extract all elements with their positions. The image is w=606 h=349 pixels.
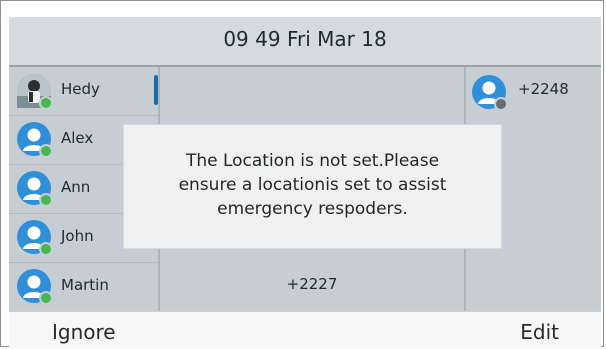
person-avatar bbox=[17, 122, 53, 158]
offline-status-dot bbox=[494, 97, 508, 111]
online-status-dot bbox=[39, 291, 53, 305]
ignore-button[interactable]: Ignore bbox=[52, 320, 116, 344]
dialog-line: emergency respoders. bbox=[217, 199, 408, 219]
dialog-line: The Location is not set.Please bbox=[185, 151, 440, 171]
contact-name: Hedy bbox=[61, 80, 100, 98]
person-avatar bbox=[17, 269, 53, 305]
softkey-bar: Ignore Edit bbox=[9, 311, 601, 348]
photo-avatar bbox=[17, 74, 53, 110]
contact-name: Alex bbox=[61, 129, 94, 147]
online-status-dot bbox=[39, 193, 53, 207]
contact-row-martin[interactable]: Martin bbox=[9, 263, 159, 311]
person-avatar bbox=[17, 171, 53, 207]
online-status-dot bbox=[39, 242, 53, 256]
contact-name: Martin bbox=[61, 276, 109, 294]
edit-button[interactable]: Edit bbox=[520, 320, 559, 344]
contact-row-hedy[interactable]: Hedy bbox=[9, 67, 159, 115]
dialog-line: ensure a locationis set to assist bbox=[178, 175, 447, 195]
status-bar: 09 49 Fri Mar 18 bbox=[9, 17, 601, 67]
contact-name: John bbox=[61, 227, 94, 245]
phone-screen: 09 49 Fri Mar 18 Hedy Alex Ann John Mart… bbox=[0, 0, 604, 348]
online-status-dot bbox=[39, 144, 53, 158]
location-warning-dialog: The Location is not set.Please ensure a … bbox=[123, 124, 502, 249]
person-avatar bbox=[472, 75, 508, 111]
datetime-label: 09 49 Fri Mar 18 bbox=[223, 27, 387, 51]
contact-name: Ann bbox=[61, 178, 91, 196]
dialog-message: The Location is not set.Please ensure a … bbox=[134, 149, 491, 221]
person-avatar bbox=[17, 220, 53, 256]
online-status-dot bbox=[39, 96, 53, 110]
dsskey-number[interactable]: +2227 bbox=[160, 275, 464, 293]
contact-number: +2248 bbox=[518, 80, 569, 98]
